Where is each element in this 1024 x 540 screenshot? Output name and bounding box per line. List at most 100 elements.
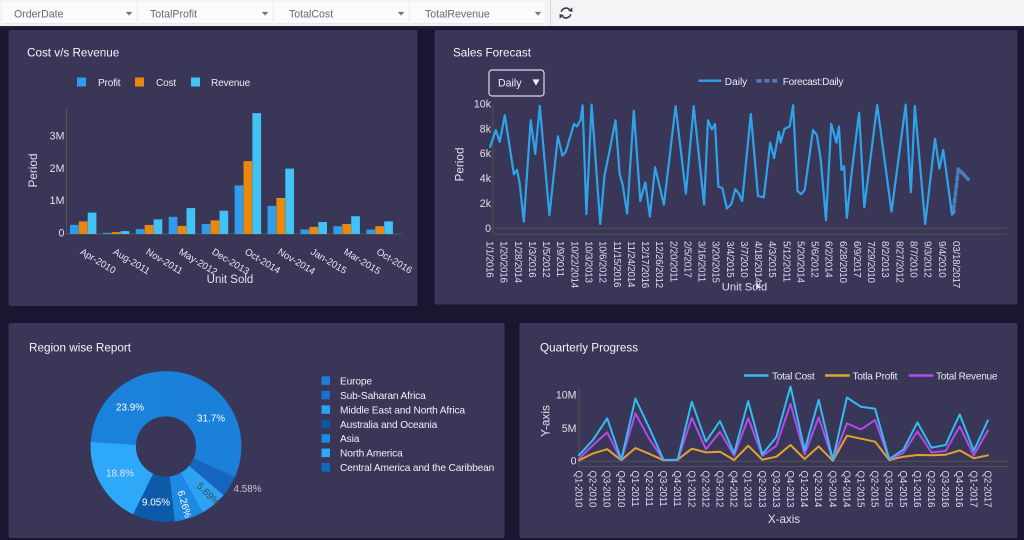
svg-text:Forecast:Daily: Forecast:Daily <box>783 77 845 88</box>
svg-text:Q1-2012: Q1-2012 <box>685 471 696 508</box>
svg-text:Q2-2015: Q2-2015 <box>869 471 880 508</box>
svg-text:Q3-2010: Q3-2010 <box>601 471 612 508</box>
svg-text:Q2-2014: Q2-2014 <box>812 471 823 508</box>
svg-text:Q4-2010: Q4-2010 <box>615 471 626 508</box>
svg-text:Australia and Oceania: Australia and Oceania <box>340 420 438 431</box>
svg-text:0: 0 <box>58 228 64 240</box>
svg-text:Q2-2011: Q2-2011 <box>643 471 654 507</box>
svg-text:Daily: Daily <box>725 77 748 88</box>
svg-text:Q2-2016: Q2-2016 <box>925 471 936 508</box>
svg-text:3M: 3M <box>50 130 65 142</box>
svg-text:Q3-2016: Q3-2016 <box>939 471 950 508</box>
svg-text:6/28/2010: 6/28/2010 <box>837 241 848 284</box>
svg-text:6/9/2017: 6/9/2017 <box>851 241 862 278</box>
svg-text:1/1/2016: 1/1/2016 <box>484 241 495 278</box>
svg-text:9/3/2012: 9/3/2012 <box>922 241 933 278</box>
svg-text:Q1-2015: Q1-2015 <box>855 471 866 508</box>
svg-text:8/7/2010: 8/7/2010 <box>908 241 919 278</box>
svg-text:Q1-2011: Q1-2011 <box>629 471 640 507</box>
svg-text:6k: 6k <box>480 148 492 160</box>
svg-text:Quarterly Progress: Quarterly Progress <box>540 342 638 355</box>
svg-text:Profit: Profit <box>98 78 121 89</box>
svg-text:10M: 10M <box>556 390 577 402</box>
svg-text:3/7/2010: 3/7/2010 <box>738 241 749 278</box>
svg-text:Q4-2016: Q4-2016 <box>953 471 964 508</box>
svg-text:Q3-2014: Q3-2014 <box>826 471 837 508</box>
svg-text:Q2-2017: Q2-2017 <box>981 471 992 508</box>
svg-text:Q4-2015: Q4-2015 <box>897 471 908 508</box>
svg-text:Totla Profit: Totla Profit <box>853 372 898 383</box>
svg-text:4.58%: 4.58% <box>233 484 261 495</box>
svg-text:Europe: Europe <box>340 376 372 387</box>
svg-text:Revenue: Revenue <box>211 78 251 89</box>
svg-text:Cost: Cost <box>156 78 176 89</box>
svg-text:10k: 10k <box>474 98 492 110</box>
svg-text:2/5/2017: 2/5/2017 <box>681 241 692 278</box>
svg-text:2k: 2k <box>480 198 492 210</box>
svg-text:Middle East and North Africa: Middle East and North Africa <box>340 405 465 416</box>
svg-text:1/5/2012: 1/5/2012 <box>540 241 551 278</box>
svg-text:Y-axis: Y-axis <box>539 405 553 437</box>
svg-text:Q1-2017: Q1-2017 <box>967 471 978 508</box>
svg-text:Q1-2016: Q1-2016 <box>911 471 922 508</box>
svg-text:3/16/2011: 3/16/2011 <box>696 241 707 282</box>
svg-text:03/18/2017: 03/18/2017 <box>950 241 961 288</box>
svg-text:10/22/2014: 10/22/2014 <box>568 241 579 289</box>
svg-text:4/3/2015: 4/3/2015 <box>766 241 777 278</box>
svg-text:Q2-2013: Q2-2013 <box>756 471 767 508</box>
svg-text:3/4/2015: 3/4/2015 <box>724 241 735 278</box>
svg-text:Asia: Asia <box>340 434 360 445</box>
svg-text:TotalProfit: TotalProfit <box>150 9 197 21</box>
svg-text:1/3/2016: 1/3/2016 <box>526 241 537 278</box>
svg-text:5/20/2014: 5/20/2014 <box>795 241 806 284</box>
svg-text:10/3/2013: 10/3/2013 <box>583 241 594 284</box>
svg-text:Period: Period <box>453 147 467 181</box>
svg-text:4/18/2014: 4/18/2014 <box>752 241 763 284</box>
svg-text:4k: 4k <box>480 173 492 185</box>
svg-text:12/26/2012: 12/26/2012 <box>653 241 664 288</box>
svg-text:11/24/2014: 11/24/2014 <box>625 241 636 288</box>
svg-text:Q4-2012: Q4-2012 <box>728 471 739 508</box>
svg-text:Total Cost: Total Cost <box>772 372 815 383</box>
svg-text:TotalCost: TotalCost <box>289 9 333 21</box>
svg-text:Cost v/s Revenue: Cost v/s Revenue <box>27 47 119 60</box>
svg-text:0: 0 <box>485 223 491 235</box>
svg-text:2M: 2M <box>50 163 65 175</box>
svg-text:6/2/2014: 6/2/2014 <box>823 241 834 278</box>
svg-text:1M: 1M <box>50 195 65 207</box>
svg-text:Central America and the Caribb: Central America and the Caribbean <box>340 463 494 474</box>
svg-text:9/4/2010: 9/4/2010 <box>936 241 947 278</box>
svg-text:TotalRevenue: TotalRevenue <box>425 9 490 21</box>
svg-text:8k: 8k <box>480 123 492 135</box>
svg-text:1/20/2016: 1/20/2016 <box>498 241 509 284</box>
svg-text:7/29/2010: 7/29/2010 <box>865 241 876 284</box>
svg-text:9.05%: 9.05% <box>142 498 170 509</box>
svg-text:8/2/2013: 8/2/2013 <box>879 241 890 278</box>
svg-text:23.9%: 23.9% <box>116 402 144 413</box>
svg-text:Total Revenue: Total Revenue <box>936 372 998 383</box>
svg-text:10/6/2012: 10/6/2012 <box>597 241 608 283</box>
svg-text:Q3-2013: Q3-2013 <box>770 471 781 508</box>
svg-text:Region wise Report: Region wise Report <box>29 342 132 355</box>
svg-text:OrderDate: OrderDate <box>14 9 64 21</box>
svg-text:5/6/2012: 5/6/2012 <box>809 241 820 278</box>
svg-text:Q3-2012: Q3-2012 <box>714 471 725 508</box>
svg-text:18.8%: 18.8% <box>106 469 134 480</box>
svg-text:North America: North America <box>340 449 403 460</box>
svg-text:Q3-2011: Q3-2011 <box>657 471 668 507</box>
svg-text:Daily: Daily <box>498 78 522 90</box>
svg-text:Q1-2013: Q1-2013 <box>742 471 753 508</box>
svg-text:Q4-2014: Q4-2014 <box>840 471 851 508</box>
svg-text:12/17/2016: 12/17/2016 <box>639 241 650 289</box>
svg-text:Sub-Saharan Africa: Sub-Saharan Africa <box>340 391 426 402</box>
svg-text:Q1-2014: Q1-2014 <box>798 471 809 508</box>
svg-text:Q1-2010: Q1-2010 <box>573 471 584 508</box>
svg-text:1/28/2014: 1/28/2014 <box>512 241 523 284</box>
svg-text:X-axis: X-axis <box>768 513 800 526</box>
svg-text:5M: 5M <box>562 423 577 435</box>
svg-text:2/20/2011: 2/20/2011 <box>667 241 678 282</box>
svg-text:Sales Forecast: Sales Forecast <box>453 47 532 60</box>
svg-text:11/15/2016: 11/15/2016 <box>611 241 622 288</box>
svg-text:5/12/2011: 5/12/2011 <box>780 241 791 282</box>
svg-text:8/27/2012: 8/27/2012 <box>893 241 904 283</box>
